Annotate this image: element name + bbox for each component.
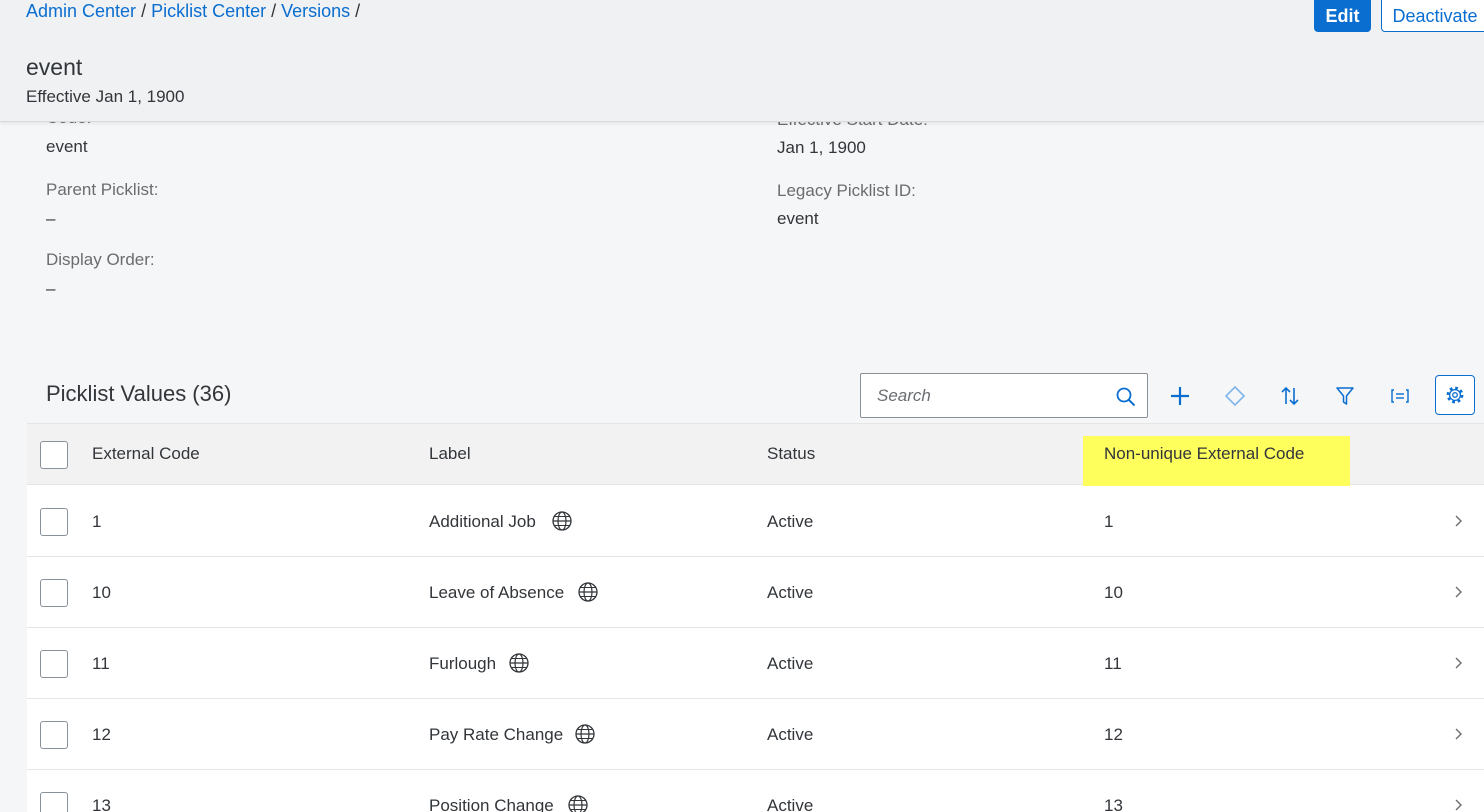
cell-external-code: 13 bbox=[92, 796, 111, 812]
add-button[interactable] bbox=[1161, 377, 1199, 415]
row-checkbox[interactable] bbox=[40, 721, 68, 749]
sort-button[interactable] bbox=[1271, 377, 1309, 415]
group-button[interactable] bbox=[1381, 377, 1419, 415]
parent-picklist-label: Parent Picklist: bbox=[46, 180, 159, 199]
row-checkbox[interactable] bbox=[40, 579, 68, 607]
chevron-right-icon[interactable] bbox=[1452, 797, 1466, 812]
column-header-non-unique-external-code[interactable]: Non-unique External Code bbox=[1104, 444, 1304, 464]
breadcrumb-separator: / bbox=[355, 1, 361, 21]
cell-non-unique-external-code: 13 bbox=[1104, 796, 1123, 812]
page-title: event bbox=[26, 54, 83, 80]
group-list-icon bbox=[1391, 389, 1409, 403]
column-header-external-code[interactable]: External Code bbox=[92, 444, 200, 464]
row-checkbox[interactable] bbox=[40, 508, 68, 536]
cell-external-code: 11 bbox=[92, 654, 110, 673]
cell-external-code: 10 bbox=[92, 583, 111, 602]
chevron-right-icon[interactable] bbox=[1452, 584, 1466, 600]
search-input[interactable] bbox=[877, 384, 1107, 408]
legacy-picklist-value: event bbox=[777, 209, 819, 228]
chevron-right-icon[interactable] bbox=[1452, 655, 1466, 671]
cell-label: Leave of Absence bbox=[429, 583, 565, 602]
breadcrumb: Admin Center / Picklist Center / Versions / bbox=[26, 0, 365, 22]
table-row[interactable]: 11 Furlough Active 11 bbox=[27, 628, 1484, 699]
edit-button[interactable]: Edit bbox=[1314, 0, 1371, 32]
globe-icon[interactable] bbox=[508, 652, 530, 674]
breadcrumb-versions[interactable]: Versions bbox=[281, 1, 350, 21]
parent-picklist-value: – bbox=[46, 209, 56, 228]
chevron-right-icon[interactable] bbox=[1452, 726, 1466, 742]
table-title: Picklist Values (36) bbox=[46, 381, 232, 406]
cell-non-unique-external-code: 12 bbox=[1104, 725, 1123, 744]
column-header-label[interactable]: Label bbox=[429, 444, 471, 464]
chevron-right-icon[interactable] bbox=[1452, 513, 1466, 529]
plus-icon bbox=[1171, 387, 1189, 405]
row-checkbox[interactable] bbox=[40, 792, 68, 812]
gear-icon bbox=[1446, 386, 1464, 404]
breadcrumb-admin-center[interactable]: Admin Center bbox=[26, 1, 136, 21]
settings-button[interactable] bbox=[1435, 375, 1475, 415]
cell-status: Active bbox=[767, 654, 814, 673]
code-value: event bbox=[46, 137, 88, 156]
row-checkbox[interactable] bbox=[40, 650, 68, 678]
search-icon[interactable] bbox=[1115, 386, 1137, 408]
cell-non-unique-external-code: 10 bbox=[1104, 583, 1123, 602]
sort-icon bbox=[1281, 386, 1299, 406]
search-field[interactable] bbox=[860, 373, 1148, 418]
table-row[interactable]: 12 Pay Rate Change Active 12 bbox=[27, 699, 1484, 770]
object-page-header: Admin Center / Picklist Center / Versions / e… bbox=[0, 0, 1484, 122]
table-row[interactable]: 10 Leave of Absence Active 10 bbox=[27, 557, 1484, 628]
cell-status: Active bbox=[767, 796, 814, 812]
display-order-value: – bbox=[46, 279, 56, 298]
cell-external-code: 1 bbox=[92, 512, 102, 531]
deactivate-button[interactable]: Deactivate bbox=[1381, 0, 1484, 32]
globe-icon[interactable] bbox=[551, 510, 573, 532]
cell-status: Active bbox=[767, 583, 814, 602]
table-row[interactable]: 13 Position Change Active 13 bbox=[27, 770, 1484, 812]
cell-label: Position Change bbox=[429, 796, 554, 812]
diamond-icon bbox=[1224, 385, 1246, 407]
breadcrumb-picklist-center[interactable]: Picklist Center bbox=[151, 1, 266, 21]
picklist-values-table: External Code Label Status Non-unique Ex… bbox=[27, 423, 1484, 812]
cell-non-unique-external-code: 11 bbox=[1104, 654, 1122, 673]
legacy-picklist-label: Legacy Picklist ID: bbox=[777, 181, 916, 200]
table-row[interactable]: 1 Additional Job Active 1 bbox=[27, 486, 1484, 557]
filter-icon bbox=[1336, 387, 1354, 405]
cell-label: Furlough bbox=[429, 654, 497, 673]
filter-button[interactable] bbox=[1326, 377, 1364, 415]
cell-status: Active bbox=[767, 725, 814, 744]
globe-icon[interactable] bbox=[574, 723, 596, 745]
display-order-label: Display Order: bbox=[46, 250, 155, 269]
cell-external-code: 12 bbox=[92, 725, 111, 744]
globe-icon[interactable] bbox=[567, 794, 589, 812]
breadcrumb-separator: / bbox=[141, 1, 147, 21]
history-button[interactable] bbox=[1216, 377, 1254, 415]
cell-label: Pay Rate Change bbox=[429, 725, 564, 744]
column-header-status[interactable]: Status bbox=[767, 444, 815, 464]
effective-start-value: Jan 1, 1900 bbox=[777, 138, 866, 157]
cell-label: Additional Job bbox=[429, 512, 536, 531]
cell-non-unique-external-code: 1 bbox=[1104, 512, 1114, 531]
globe-icon[interactable] bbox=[577, 581, 599, 603]
select-all-checkbox[interactable] bbox=[40, 441, 68, 469]
cell-status: Active bbox=[767, 512, 814, 531]
page-subtitle: Effective Jan 1, 1900 bbox=[26, 87, 185, 106]
breadcrumb-separator: / bbox=[271, 1, 277, 21]
